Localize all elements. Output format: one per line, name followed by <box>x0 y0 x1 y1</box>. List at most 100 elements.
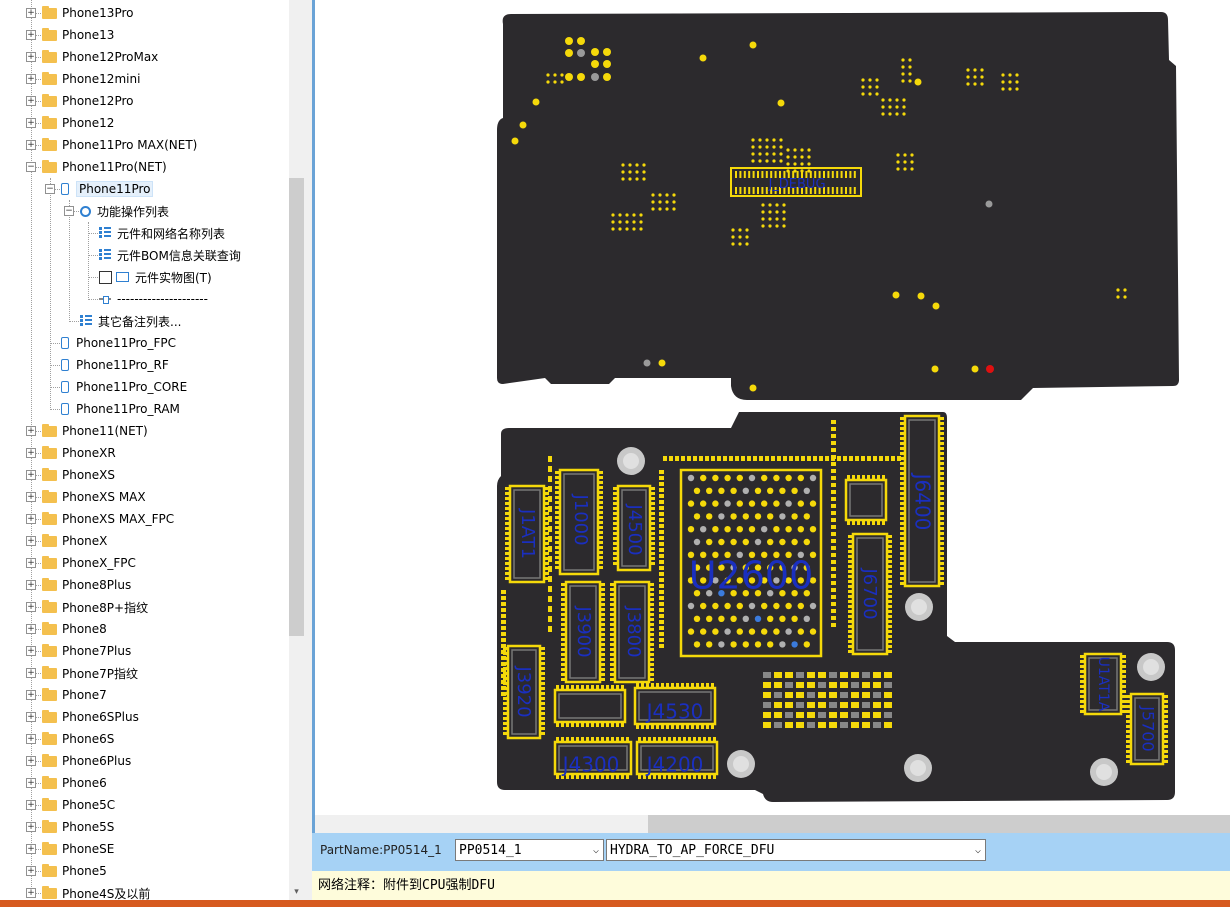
tree-item[interactable]: Phone12mini <box>42 68 140 90</box>
minus-icon[interactable]: − <box>64 206 74 216</box>
tree-item[interactable]: Phone12 <box>42 112 114 134</box>
tree-item[interactable]: Phone5 <box>42 860 107 882</box>
plus-icon[interactable]: + <box>26 30 36 40</box>
plus-icon[interactable]: + <box>26 96 36 106</box>
plus-icon[interactable]: + <box>26 844 36 854</box>
plus-icon[interactable]: + <box>26 580 36 590</box>
tree-item[interactable]: Phone11(NET) <box>42 420 148 442</box>
plus-icon[interactable]: + <box>26 8 36 18</box>
tree-item[interactable]: 功能操作列表 <box>80 200 169 222</box>
plus-icon[interactable]: + <box>26 800 36 810</box>
plus-icon[interactable]: + <box>26 492 36 502</box>
plus-icon[interactable]: + <box>26 448 36 458</box>
tree-item[interactable]: Phone13Pro <box>42 2 133 24</box>
tree-item[interactable]: PhoneXS MAX <box>42 486 146 508</box>
tree-item[interactable]: PhoneX_FPC <box>42 552 136 574</box>
pad <box>862 475 865 480</box>
pad <box>650 497 655 500</box>
plus-icon[interactable]: + <box>26 822 36 832</box>
tree-item[interactable]: Phone11Pro MAX(NET) <box>42 134 197 156</box>
plus-icon[interactable]: + <box>26 888 36 898</box>
tree-item[interactable]: Phone8Plus <box>42 574 131 596</box>
tree-item[interactable]: Phone11Pro_RAM <box>61 398 180 420</box>
plus-icon[interactable]: + <box>26 756 36 766</box>
tree-item[interactable]: PhoneXS <box>42 464 115 486</box>
pad <box>649 648 654 651</box>
project-tree[interactable]: + Phone13Pro + Phone13 + Phone12ProMax + Phone1… <box>0 0 289 900</box>
tree-item[interactable]: --------------------- <box>99 288 208 310</box>
tree-item[interactable]: Phone6 <box>42 772 107 794</box>
plus-icon[interactable]: + <box>26 52 36 62</box>
pane-splitter[interactable] <box>304 0 312 900</box>
tree-item[interactable]: Phone11Pro_CORE <box>61 376 187 398</box>
tree-item[interactable]: Phone11Pro(NET) <box>42 156 167 178</box>
pad <box>642 163 646 167</box>
tree-item[interactable]: Phone6S <box>42 728 114 750</box>
plus-icon[interactable]: + <box>26 140 36 150</box>
tree-item[interactable]: Phone12ProMax <box>42 46 158 68</box>
tree-item[interactable]: Phone5S <box>42 816 114 838</box>
plus-icon[interactable]: + <box>26 734 36 744</box>
tree-scroll-thumb[interactable] <box>289 178 304 636</box>
tree-item[interactable]: Phone7P指纹 <box>42 662 138 684</box>
plus-icon[interactable]: + <box>26 118 36 128</box>
pcb-board-drawing[interactable]: J_DEBUG J6400 U2600 J1AT1 J1000 J4500 J3900 J38… <box>315 0 1230 833</box>
pad <box>577 49 585 57</box>
net-select[interactable]: HYDRA_TO_AP_FORCE_DFU ⌵ <box>606 839 986 861</box>
tree-item[interactable]: Phone12Pro <box>42 90 133 112</box>
plus-icon[interactable]: + <box>26 646 36 656</box>
pad <box>1015 87 1019 91</box>
tree-item[interactable]: Phone7 <box>42 684 107 706</box>
pad <box>501 590 506 594</box>
pad <box>613 542 618 545</box>
tree-item[interactable]: PhoneSE <box>42 838 114 860</box>
pad <box>713 774 716 779</box>
checkbox[interactable] <box>99 270 112 284</box>
tree-item[interactable]: Phone11Pro_RF <box>61 354 169 376</box>
tree-item[interactable]: 元件BOM信息关联查询 <box>99 244 241 266</box>
tree-item[interactable]: 元件和网络名称列表 <box>99 222 225 244</box>
tree-item[interactable]: 其它备注列表... <box>80 310 181 332</box>
plus-icon[interactable]: + <box>26 668 36 678</box>
minus-icon[interactable]: − <box>45 184 55 194</box>
plus-icon[interactable]: + <box>26 536 36 546</box>
pad <box>831 623 836 627</box>
tree-item[interactable]: Phone7Plus <box>42 640 131 662</box>
pad <box>540 707 545 710</box>
tree-item[interactable]: Phone8P+指纹 <box>42 596 148 618</box>
tree-item[interactable]: Phone4S及以前 <box>42 882 150 900</box>
part-select[interactable]: PP0514_1 ⌵ <box>455 839 604 861</box>
pad <box>831 560 836 564</box>
plus-icon[interactable]: + <box>26 602 36 612</box>
tree-item[interactable]: Phone13 <box>42 24 114 46</box>
plus-icon[interactable]: + <box>26 426 36 436</box>
board-view-canvas[interactable]: J_DEBUG J6400 U2600 J1AT1 J1000 J4500 J3900 J38… <box>312 0 1230 833</box>
tree-item[interactable]: 元件实物图(T) <box>99 266 212 288</box>
scroll-down-arrow-icon[interactable]: ▾ <box>289 884 304 900</box>
plus-icon[interactable]: + <box>26 514 36 524</box>
plus-icon[interactable]: + <box>26 778 36 788</box>
tree-item[interactable]: PhoneXS MAX_FPC <box>42 508 174 530</box>
pad <box>939 467 944 470</box>
plus-icon[interactable]: + <box>26 470 36 480</box>
plus-icon[interactable]: + <box>26 74 36 84</box>
pad <box>939 562 944 565</box>
plus-icon[interactable]: + <box>26 866 36 876</box>
plus-icon[interactable]: + <box>26 558 36 568</box>
canvas-scroll-thumb[interactable] <box>648 815 1230 833</box>
tree-item[interactable]: PhoneX <box>42 530 107 552</box>
tree-item[interactable]: Phone11Pro <box>61 178 154 200</box>
plus-icon[interactable]: + <box>26 624 36 634</box>
plus-icon[interactable]: + <box>26 712 36 722</box>
pad <box>887 625 892 628</box>
passive-component <box>785 692 793 698</box>
tree-item[interactable]: PhoneXR <box>42 442 116 464</box>
tree-item[interactable]: Phone11Pro_FPC <box>61 332 176 354</box>
bga-ball <box>712 474 719 482</box>
tree-item[interactable]: Phone6Plus <box>42 750 131 772</box>
tree-item[interactable]: Phone8 <box>42 618 107 640</box>
tree-item[interactable]: Phone6SPlus <box>42 706 139 728</box>
tree-item[interactable]: Phone5C <box>42 794 115 816</box>
minus-icon[interactable]: − <box>26 162 36 172</box>
plus-icon[interactable]: + <box>26 690 36 700</box>
